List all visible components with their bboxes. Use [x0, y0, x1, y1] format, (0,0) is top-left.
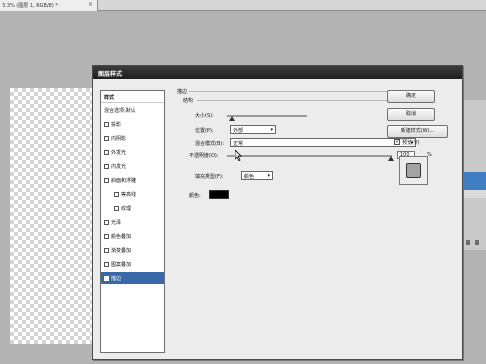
styles-list-header[interactable]: 样式 [101, 91, 164, 103]
color-label: 颜色: [189, 193, 201, 199]
opacity-slider-thumb[interactable] [388, 156, 394, 161]
style-item-inner-shadow[interactable]: 内阴影 [101, 132, 164, 144]
checkbox[interactable] [104, 276, 109, 281]
color-swatch[interactable] [209, 190, 229, 199]
checkbox[interactable] [104, 122, 109, 127]
style-item-satin[interactable]: 光泽 [101, 216, 164, 228]
structure-title: 结构 [183, 98, 194, 104]
dialog-title: 图层样式 [98, 71, 123, 78]
position-label: 位置(P): [195, 128, 214, 134]
transparent-canvas[interactable] [10, 88, 99, 344]
fill-type-label: 填充类型(F): [195, 174, 224, 180]
style-item-bevel-emboss[interactable]: 斜面和浮雕 [101, 174, 164, 186]
style-preview [399, 156, 428, 185]
cursor-icon [235, 150, 242, 161]
chevron-down-icon: ▾ [267, 173, 270, 179]
size-slider[interactable] [227, 115, 307, 117]
checkbox[interactable] [104, 220, 109, 225]
layer-style-dialog: 图层样式 样式 混合选项:默认 投影 内阴影 外发光 内发光 斜面和浮雕 等高线… [92, 65, 463, 360]
opacity-label: 不透明度(O): [189, 153, 219, 159]
fx-icon[interactable] [465, 240, 470, 245]
checkbox[interactable] [104, 136, 109, 141]
close-icon[interactable]: × [88, 1, 93, 8]
fill-type-select[interactable]: 颜色 ▾ [241, 171, 273, 180]
style-item-pattern-overlay[interactable]: 图案叠加 [101, 258, 164, 270]
style-item-outer-glow[interactable]: 外发光 [101, 146, 164, 158]
styles-list: 样式 混合选项:默认 投影 内阴影 外发光 内发光 斜面和浮雕 等高线 纹理 光… [100, 90, 165, 353]
style-item-texture[interactable]: 纹理 [101, 202, 164, 214]
cancel-button[interactable]: 取消 [387, 108, 435, 121]
checkbox[interactable] [104, 234, 109, 239]
checkbox[interactable] [114, 192, 119, 197]
checkbox[interactable] [104, 248, 109, 253]
style-item-color-overlay[interactable]: 颜色叠加 [101, 230, 164, 242]
dialog-titlebar[interactable]: 图层样式 [93, 66, 462, 79]
opacity-slider[interactable] [227, 155, 392, 157]
preview-checkbox[interactable]: 预览(V) [394, 138, 419, 146]
checkbox[interactable] [104, 150, 109, 155]
style-item-gradient-overlay[interactable]: 渐变叠加 [101, 244, 164, 256]
mask-icon[interactable] [474, 240, 479, 245]
document-tab-title: 3.3% (图层 1, RGB/8) * [2, 3, 58, 9]
checkbox[interactable] [104, 164, 109, 169]
checkbox[interactable] [394, 138, 400, 145]
style-item-stroke[interactable]: 描边 [101, 272, 164, 284]
checkbox[interactable] [104, 262, 109, 267]
ok-button[interactable]: 确定 [387, 90, 435, 103]
blend-mode-select[interactable]: 正常 ▾ [230, 138, 416, 147]
size-slider-thumb[interactable] [229, 116, 235, 121]
new-style-button[interactable]: 新建样式(W)... [387, 125, 448, 138]
chevron-down-icon: ▾ [270, 127, 273, 133]
document-tab[interactable]: 3.3% (图层 1, RGB/8) * × [0, 0, 98, 11]
style-preview-thumbnail [406, 163, 421, 178]
style-item-drop-shadow[interactable]: 投影 [101, 118, 164, 130]
style-item-blending-options[interactable]: 混合选项:默认 [101, 104, 164, 116]
blend-mode-label: 混合模式(B): [195, 141, 225, 147]
document-tab-strip: 3.3% (图层 1, RGB/8) * × [0, 0, 486, 11]
section-title: 描边 [177, 89, 188, 95]
checkbox[interactable] [104, 178, 109, 183]
style-item-contour[interactable]: 等高线 [101, 188, 164, 200]
position-select[interactable]: 外部 ▾ [230, 125, 276, 134]
checkbox[interactable] [114, 206, 119, 211]
size-label: 大小(S): [195, 113, 214, 119]
style-item-inner-glow[interactable]: 内发光 [101, 160, 164, 172]
